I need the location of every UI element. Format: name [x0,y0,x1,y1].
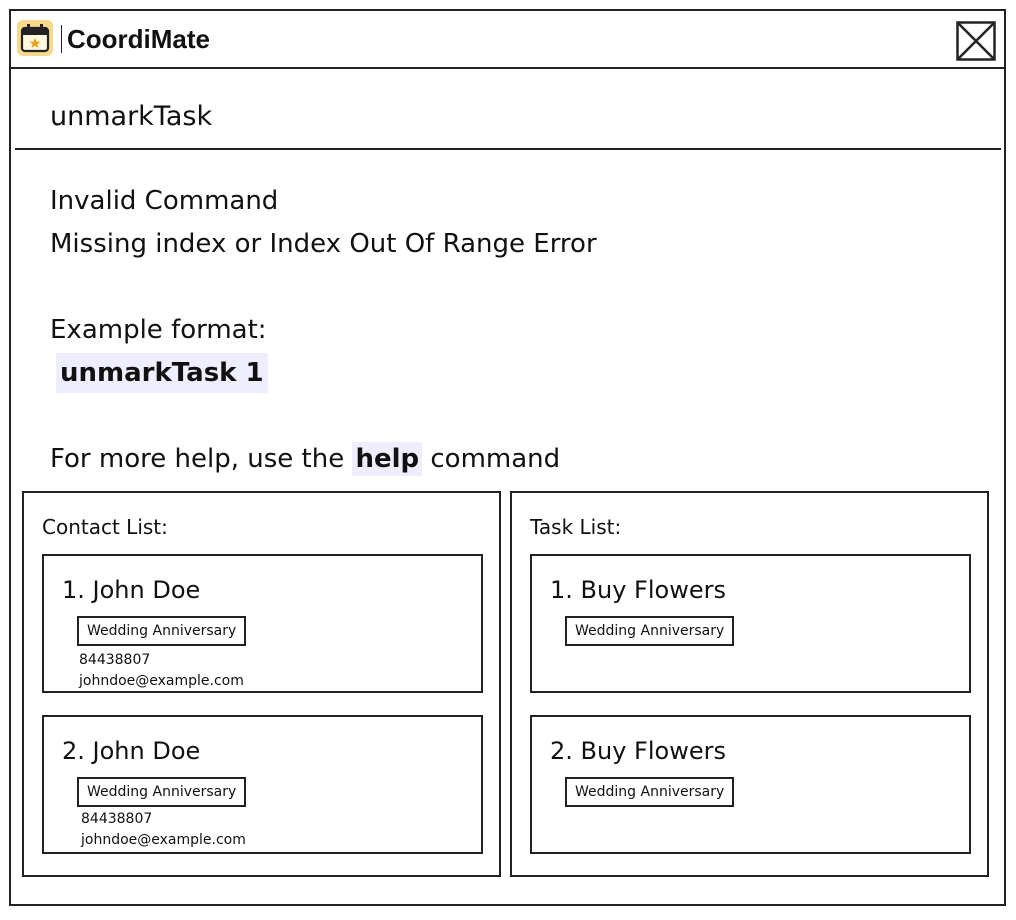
contact-list-panel: Contact List: 1. John Doe Wedding Annive… [22,491,501,877]
task-tag: Wedding Anniversary [565,616,735,646]
contact-tag: Wedding Anniversary [77,616,247,646]
title-separator [61,25,62,53]
example-format-label: Example format: [50,315,267,345]
contact-email: johndoe@example.com [81,832,246,848]
contact-email: johndoe@example.com [79,673,244,689]
contact-phone: 84438807 [79,652,151,668]
task-name: 2. Buy Flowers [550,737,726,765]
app-title: CoordiMate [67,24,210,54]
help-keyword: help [352,442,423,476]
contact-list-title: Contact List: [42,515,168,539]
help-hint-prefix: For more help, use the [50,444,353,474]
task-list-panel: Task List: 1. Buy Flowers Wedding Annive… [510,491,989,877]
help-hint-suffix: command [422,444,561,474]
task-tag: Wedding Anniversary [565,777,735,807]
contact-name: 1. John Doe [62,576,201,604]
contact-tag: Wedding Anniversary [77,777,247,807]
calendar-star-icon [17,20,53,56]
command-divider [15,148,1001,150]
contact-phone: 84438807 [81,811,153,827]
task-list-title: Task List: [530,515,622,539]
task-card[interactable]: 2. Buy Flowers Wedding Anniversary [530,715,971,854]
close-icon[interactable] [956,21,996,61]
help-hint: For more help, use the help command [50,438,597,481]
result-error-title: Invalid Command [50,186,279,216]
task-card[interactable]: 1. Buy Flowers Wedding Anniversary [530,554,971,693]
contact-name: 2. John Doe [62,737,201,765]
example-command-code: unmarkTask 1 [56,353,268,393]
result-display: Invalid Command Missing index or Index O… [50,180,597,481]
task-name: 1. Buy Flowers [550,576,726,604]
command-input[interactable] [50,96,950,136]
result-error-message: Missing index or Index Out Of Range Erro… [50,229,597,259]
contact-card[interactable]: 1. John Doe Wedding Anniversary 84438807… [42,554,483,693]
contact-card[interactable]: 2. John Doe Wedding Anniversary 84438807… [42,715,483,854]
